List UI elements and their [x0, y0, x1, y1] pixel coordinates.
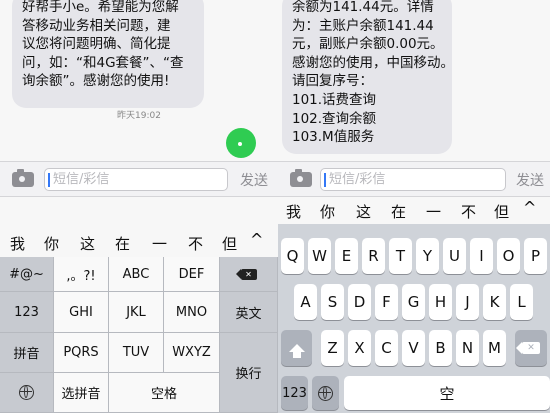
jkl-key[interactable]: JKL [109, 292, 164, 333]
send-button[interactable]: 发送 [240, 170, 268, 190]
select-pinyin-key[interactable]: 选拼音 [54, 373, 109, 413]
delete-icon: ✕ [235, 268, 257, 280]
message-input-bar: 短信/彩信 发送 [278, 161, 550, 197]
key-y[interactable]: Y [416, 238, 439, 274]
key-d[interactable]: D [348, 284, 371, 320]
globe-key[interactable] [0, 373, 54, 413]
key-a[interactable]: A [294, 284, 317, 320]
candidate-bar: 我 你 这 在 一 不 但 ^ [278, 196, 550, 226]
space-key[interactable]: 空 [344, 376, 550, 410]
key-t[interactable]: T [389, 238, 412, 274]
numbers-key[interactable]: 123 [281, 376, 308, 410]
right-phone-panel: 余额为141.44元。详情 为：主账户余额141.44 元，副账户余额0.00元… [278, 0, 550, 413]
key-j[interactable]: J [456, 284, 479, 320]
key-g[interactable]: G [402, 284, 425, 320]
key-w[interactable]: W [308, 238, 331, 274]
chevron-up-icon[interactable]: ^ [250, 230, 263, 249]
candidate-word[interactable]: 在 [391, 201, 406, 222]
key-r[interactable]: R [362, 238, 385, 274]
message-timestamp: 昨天19:02 [117, 111, 161, 121]
candidate-word[interactable]: 我 [286, 201, 301, 222]
sent-message-bubble [226, 128, 256, 158]
delete-key[interactable]: ✕ [220, 257, 278, 292]
key-i[interactable]: I [470, 238, 493, 274]
mno-key[interactable]: MNO [164, 292, 220, 333]
key-b[interactable]: B [429, 330, 452, 366]
key-v[interactable]: V [402, 330, 425, 366]
globe-key[interactable] [312, 376, 339, 410]
key-z[interactable]: Z [321, 330, 344, 366]
key-f[interactable]: F [375, 284, 398, 320]
candidate-word[interactable]: 这 [80, 233, 95, 254]
key-k[interactable]: K [483, 284, 506, 320]
camera-icon[interactable] [290, 169, 312, 187]
key-o[interactable]: O [497, 238, 520, 274]
key-x[interactable]: X [348, 330, 371, 366]
punctuation-key[interactable]: ,。?! [54, 257, 109, 292]
camera-icon[interactable] [12, 169, 34, 187]
received-message-bubble: 好帮手小e。希望能为您解 答移动业务相关问题，建 议您将问题明确、简化提 问，如… [12, 0, 204, 108]
english-key[interactable]: 英文 [220, 292, 278, 333]
candidate-word[interactable]: 但 [494, 201, 509, 222]
candidate-word[interactable]: 这 [356, 201, 371, 222]
key-u[interactable]: U [443, 238, 466, 274]
candidate-word[interactable]: 在 [115, 233, 130, 254]
key-e[interactable]: E [335, 238, 358, 274]
candidate-bar: 我 你 这 在 一 不 但 ^ [0, 228, 278, 258]
globe-icon [19, 385, 34, 400]
key-m[interactable]: M [483, 330, 506, 366]
candidate-word[interactable]: 不 [461, 201, 476, 222]
ghi-key[interactable]: GHI [54, 292, 109, 333]
key-q[interactable]: Q [281, 238, 304, 274]
message-input[interactable]: 短信/彩信 [320, 168, 506, 191]
key-p[interactable]: P [524, 238, 547, 274]
numbers-key[interactable]: 123 [0, 292, 54, 333]
wxyz-key[interactable]: WXYZ [164, 333, 220, 373]
delete-icon: ✕ [516, 342, 540, 354]
pinyin-key[interactable]: 拼音 [0, 333, 54, 373]
left-phone-panel: 好帮手小e。希望能为您解 答移动业务相关问题，建 议您将问题明确、简化提 问，如… [0, 0, 278, 413]
send-button[interactable]: 发送 [516, 170, 544, 190]
space-key[interactable]: 空格 [109, 373, 220, 413]
t9-keyboard: #@~ ,。?! ABC DEF ✕ 123 GHI JKL MNO 英文 拼音… [0, 257, 278, 413]
key-c[interactable]: C [375, 330, 398, 366]
shift-key[interactable] [281, 330, 312, 366]
shift-icon [288, 344, 305, 358]
key-n[interactable]: N [456, 330, 479, 366]
candidate-word[interactable]: 但 [222, 233, 237, 254]
qwerty-keyboard: Q W E R T Y U I O P A S D F G H J K L Z … [278, 224, 550, 413]
key-s[interactable]: S [321, 284, 344, 320]
received-message-bubble: 余额为141.44元。详情 为：主账户余额141.44 元，副账户余额0.00元… [282, 0, 452, 154]
candidate-word[interactable]: 一 [426, 201, 441, 222]
candidate-word[interactable]: 你 [320, 201, 335, 222]
globe-icon [318, 385, 333, 401]
key-l[interactable]: L [510, 284, 533, 320]
abc-key[interactable]: ABC [109, 257, 164, 292]
candidate-word[interactable]: 一 [152, 233, 167, 254]
candidate-word[interactable]: 不 [188, 233, 203, 254]
screenshot: 好帮手小e。希望能为您解 答移动业务相关问题，建 议您将问题明确、简化提 问，如… [0, 0, 550, 413]
key-h[interactable]: H [429, 284, 452, 320]
candidate-word[interactable]: 你 [44, 233, 59, 254]
return-key[interactable]: 换行 [220, 333, 278, 413]
symbols-key[interactable]: #@~ [0, 257, 54, 292]
candidate-word[interactable]: 我 [10, 233, 25, 254]
tuv-key[interactable]: TUV [109, 333, 164, 373]
def-key[interactable]: DEF [164, 257, 220, 292]
chevron-up-icon[interactable]: ^ [523, 198, 536, 217]
delete-key[interactable]: ✕ [515, 330, 547, 366]
message-input-bar: 短信/彩信 发送 [0, 161, 278, 197]
message-input[interactable]: 短信/彩信 [44, 168, 228, 191]
pqrs-key[interactable]: PQRS [54, 333, 109, 373]
